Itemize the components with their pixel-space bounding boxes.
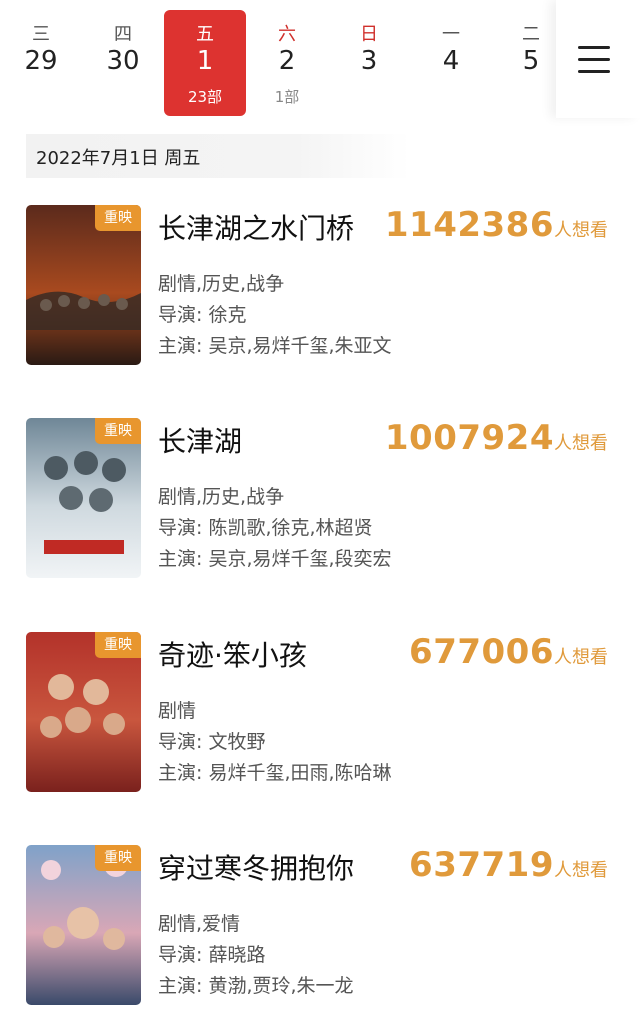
movie-title: 长津湖	[158, 425, 243, 458]
date-number: 2	[278, 46, 296, 76]
menu-button[interactable]	[556, 0, 640, 118]
movie-poster[interactable]: 重映	[26, 418, 141, 578]
day-sat[interactable]: 六 2 1部	[246, 10, 328, 116]
movie-genre: 剧情	[158, 700, 197, 722]
movie-item[interactable]: 重映 长津湖 1007924人想看 剧情,历史,战争 导演: 陈凯歌,徐克,林超…	[0, 418, 640, 588]
want-unit: 人想看	[554, 220, 608, 241]
date-header-text: 2022年7月1日 周五	[36, 148, 201, 169]
movie-director: 导演: 陈凯歌,徐克,林超贤	[158, 517, 373, 539]
movie-poster[interactable]: 重映	[26, 632, 141, 792]
movie-cast: 主演: 吴京,易烊千玺,朱亚文	[158, 335, 392, 357]
movie-poster[interactable]: 重映	[26, 845, 141, 1005]
want-count: 637719	[409, 845, 554, 885]
movie-genre: 剧情,历史,战争	[158, 273, 285, 295]
weekday-label: 六	[278, 24, 296, 45]
movie-cast: 主演: 易烊千玺,田雨,陈哈琳	[158, 762, 392, 784]
weekday-label: 五	[196, 24, 214, 45]
release-count: 1部	[274, 88, 300, 106]
movie-cast: 主演: 黄渤,贾玲,朱一龙	[158, 975, 354, 997]
movie-director: 导演: 薛晓路	[158, 944, 266, 966]
date-number: 4	[442, 46, 460, 76]
want-unit: 人想看	[554, 647, 608, 668]
want-count: 677006	[409, 632, 554, 672]
want-to-watch: 677006人想看	[409, 632, 608, 672]
weekday-label: 三	[32, 24, 50, 45]
movie-item[interactable]: 重映 穿过寒冬拥抱你 637719人想看 剧情,爱情 导演: 薛晓路 主演: 黄…	[0, 845, 640, 1015]
movie-item[interactable]: 重映 长津湖之水门桥 1142386人想看 剧情,历史,战争 导演: 徐克 主演…	[0, 205, 640, 375]
day-wed[interactable]: 三 29	[0, 10, 82, 116]
movie-title: 长津湖之水门桥	[158, 212, 355, 245]
date-number: 1	[196, 46, 214, 76]
want-unit: 人想看	[554, 860, 608, 881]
weekday-label: 四	[114, 24, 132, 45]
want-unit: 人想看	[554, 433, 608, 454]
date-number: 30	[106, 46, 140, 76]
day-sun[interactable]: 日 3	[328, 10, 410, 116]
weekday-label: 日	[360, 24, 378, 45]
date-header: 2022年7月1日 周五	[26, 134, 410, 178]
movie-item[interactable]: 重映 奇迹·笨小孩 677006人想看 剧情 导演: 文牧野 主演: 易烊千玺,…	[0, 632, 640, 802]
day-fri-selected[interactable]: 五 1 23部	[164, 10, 246, 116]
movie-cast: 主演: 吴京,易烊千玺,段奕宏	[158, 548, 392, 570]
want-count: 1007924	[384, 418, 554, 458]
rerelease-badge: 重映	[95, 418, 141, 444]
movie-director: 导演: 文牧野	[158, 731, 266, 753]
movie-title: 穿过寒冬拥抱你	[158, 852, 355, 885]
date-number: 3	[360, 46, 378, 76]
movie-director: 导演: 徐克	[158, 304, 247, 326]
date-strip: 三 29 四 30 五 1 23部 六 2 1部 日 3 一 4 二 5	[0, 0, 640, 118]
movie-genre: 剧情,爱情	[158, 913, 241, 935]
rerelease-badge: 重映	[95, 205, 141, 231]
day-thu[interactable]: 四 30	[82, 10, 164, 116]
want-to-watch: 1007924人想看	[385, 418, 608, 458]
date-number: 29	[24, 46, 58, 76]
rerelease-badge: 重映	[95, 632, 141, 658]
release-count: 23部	[187, 88, 223, 106]
weekday-label: 一	[442, 24, 460, 45]
rerelease-badge: 重映	[95, 845, 141, 871]
movie-poster[interactable]: 重映	[26, 205, 141, 365]
day-mon[interactable]: 一 4	[410, 10, 492, 116]
want-count: 1142386	[384, 205, 554, 245]
want-to-watch: 637719人想看	[409, 845, 608, 885]
movie-genre: 剧情,历史,战争	[158, 486, 285, 508]
movie-title: 奇迹·笨小孩	[158, 639, 307, 672]
want-to-watch: 1142386人想看	[385, 205, 608, 245]
